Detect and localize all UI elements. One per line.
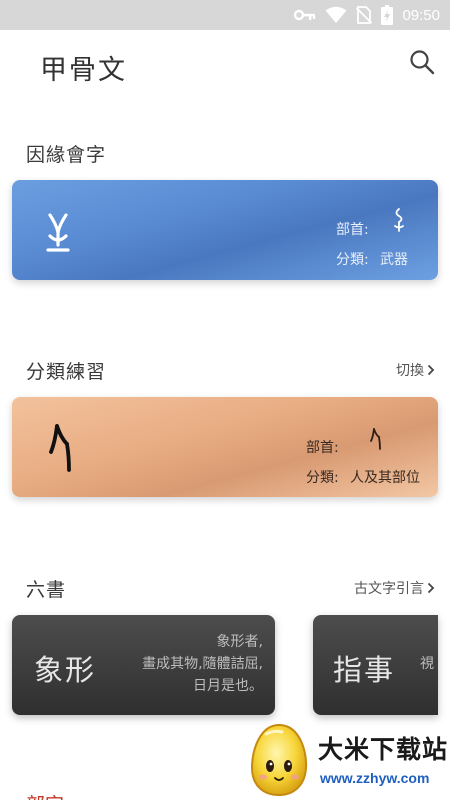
section-title-yuanyuan: 因緣會字 bbox=[26, 144, 107, 166]
watermark-url: www.zzhyw.com bbox=[320, 770, 430, 786]
section-title-practice: 分類練習 bbox=[26, 361, 107, 383]
category-label: 分類: bbox=[336, 252, 369, 268]
liushu-desc-line: 日月是也。 bbox=[193, 678, 263, 694]
status-bar: 09:50 bbox=[0, 0, 450, 30]
radical-glyph-icon bbox=[370, 428, 381, 450]
category-value: 武器 bbox=[380, 252, 408, 268]
wifi-icon bbox=[325, 6, 347, 23]
liushu-card-xiangxing[interactable]: 象形 象形者, 畫成其物,隨體詰屈, 日月是也。 bbox=[12, 615, 275, 715]
liushu-description: 視 bbox=[420, 653, 434, 675]
yuanyuan-character-card[interactable]: 部首: 分類: 武器 bbox=[12, 180, 438, 280]
no-sim-icon bbox=[356, 6, 373, 24]
watermark: 大米下载站 www.zzhyw.com bbox=[242, 720, 450, 800]
app-bar: 甲骨文 bbox=[0, 30, 450, 98]
key-icon bbox=[294, 9, 316, 21]
switch-link[interactable]: 切換 bbox=[396, 360, 435, 380]
liushu-desc-line: 象形者, bbox=[216, 634, 263, 650]
section-title-next: 部字 bbox=[26, 790, 64, 800]
oracle-glyph-weapon-icon bbox=[46, 213, 70, 252]
category-label: 分類: bbox=[306, 470, 339, 486]
radical-label: 部首: bbox=[336, 222, 369, 238]
battery-charging-icon bbox=[381, 5, 394, 25]
liushu-name: 象形 bbox=[34, 653, 97, 687]
liushu-description: 象形者, 畫成其物,隨體詰屈, 日月是也。 bbox=[142, 631, 263, 697]
ancient-script-intro-label: 古文字引言 bbox=[354, 581, 424, 597]
practice-character-card[interactable]: 部首: 分類: 人及其部位 bbox=[12, 397, 438, 497]
liushu-card-zhishi[interactable]: 指事 視 bbox=[313, 615, 438, 715]
liushu-name: 指事 bbox=[333, 653, 396, 687]
radical-glyph-icon bbox=[394, 208, 404, 232]
status-icons: 09:50 bbox=[294, 0, 440, 30]
search-button[interactable] bbox=[408, 48, 436, 76]
status-time: 09:50 bbox=[402, 6, 440, 24]
liushu-desc-line: 畫成其物,隨體詰屈, bbox=[142, 656, 263, 672]
ancient-script-intro-link[interactable]: 古文字引言 bbox=[354, 578, 435, 598]
oracle-glyph-person-icon bbox=[49, 424, 71, 472]
radical-label: 部首: bbox=[306, 440, 339, 456]
section-title-liushu: 六書 bbox=[26, 579, 67, 601]
liushu-desc-line: 視 bbox=[420, 656, 434, 672]
chevron-right-icon bbox=[427, 364, 435, 376]
chevron-right-icon bbox=[427, 582, 435, 594]
category-value: 人及其部位 bbox=[350, 470, 420, 486]
watermark-title: 大米下载站 bbox=[318, 735, 449, 764]
watermark-logo-icon bbox=[250, 723, 308, 797]
switch-link-label: 切換 bbox=[396, 363, 424, 379]
app-title: 甲骨文 bbox=[40, 55, 127, 86]
search-icon bbox=[410, 50, 435, 75]
